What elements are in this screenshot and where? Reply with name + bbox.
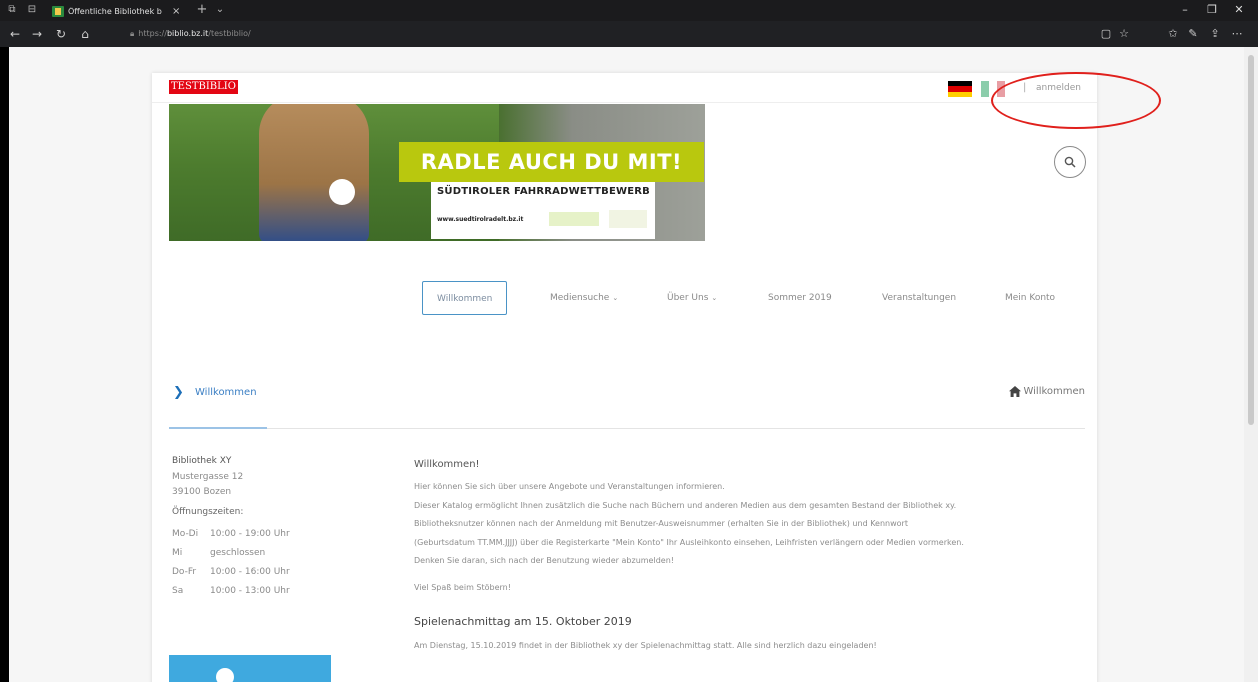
back-icon[interactable]: ←	[8, 27, 22, 41]
reading-view-icon[interactable]: ▢	[1099, 27, 1113, 41]
tab-list-chevron-icon[interactable]: ⌄	[214, 4, 226, 16]
promo-banner[interactable]: RADLE AUCH DU MIT! SÜDTIROLER FAHRRADWET…	[169, 104, 705, 241]
welcome-line: Hier können Sie sich über unsere Angebot…	[414, 482, 725, 491]
search-button[interactable]	[1054, 146, 1086, 178]
share-icon[interactable]: ⇪	[1208, 27, 1222, 41]
menu-item-mein-konto[interactable]: Mein Konto	[1005, 281, 1055, 315]
favorite-star-icon[interactable]: ☆	[1117, 27, 1131, 41]
home-icon[interactable]: ⌂	[78, 27, 92, 41]
section-divider-accent	[169, 427, 267, 429]
hours-row: Sa 10:00 - 13:00 Uhr	[172, 586, 372, 596]
map-pin-icon	[216, 668, 234, 682]
welcome-line: Dieser Katalog ermöglicht Ihnen zusätzli…	[414, 500, 957, 510]
section-divider	[169, 428, 1085, 429]
url-field[interactable]: 🔒︎ https://biblio.bz.it/testbiblio/	[130, 27, 830, 41]
url-scheme: https://	[138, 29, 167, 38]
search-icon	[1064, 156, 1076, 168]
menu-label: Mein Konto	[1005, 293, 1056, 303]
welcome-title: Willkommen!	[414, 459, 480, 470]
annotation-ellipse	[991, 72, 1161, 129]
welcome-line: Denken Sie daran, sich nach der Benutzun…	[414, 556, 674, 565]
breadcrumb-home-label: Willkommen	[1023, 386, 1085, 397]
url-path: /testbiblio/	[208, 29, 251, 38]
menu-item-mediensuche[interactable]: Mediensuche ⌄	[550, 281, 618, 315]
hours-day: Mo-Di	[172, 529, 199, 539]
maximize-icon[interactable]: ❐	[1205, 3, 1219, 16]
menu-item-willkommen[interactable]: Willkommen	[422, 281, 508, 315]
banner-subline: SÜDTIROLER FAHRRADWETTBEWERB	[437, 186, 650, 197]
forward-icon[interactable]: →	[30, 27, 44, 41]
tab-preview-icon[interactable]: ⊟	[26, 4, 38, 16]
page-scrollbar[interactable]	[1244, 47, 1258, 682]
close-window-icon[interactable]: ✕	[1232, 3, 1246, 16]
tab-title: Öffentliche Bibliothek b	[68, 7, 162, 16]
hours-row: Mo-Di 10:00 - 19:00 Uhr	[172, 529, 372, 539]
chevron-right-icon: ❯	[173, 385, 184, 400]
hours-day: Sa	[172, 586, 184, 596]
sponsor-logo	[549, 212, 599, 226]
library-name: Bibliothek XY	[172, 456, 232, 466]
library-city: 39100 Bozen	[172, 487, 232, 497]
site-logo[interactable]: TESTBIBLIO	[169, 80, 238, 94]
chevron-down-icon: ⌄	[711, 294, 718, 302]
breadcrumb: ❯ Willkommen Willkommen	[169, 383, 1085, 403]
hours-time: 10:00 - 19:00 Uhr	[210, 529, 290, 539]
favorites-hub-icon[interactable]: ✩	[1166, 27, 1180, 41]
hours-row: Mi geschlossen	[172, 548, 372, 558]
banner-headline: RADLE AUCH DU MIT!	[399, 142, 704, 182]
hours-time: geschlossen	[210, 548, 266, 558]
main-content: Willkommen! Hier können Sie sich über un…	[414, 456, 1094, 656]
event-title: Spielenachmittag am 15. Oktober 2019	[414, 615, 632, 628]
menu-label: Willkommen	[437, 294, 493, 304]
close-tab-icon[interactable]: ×	[172, 6, 180, 17]
refresh-icon[interactable]: ↻	[54, 27, 68, 41]
scrollbar-thumb[interactable]	[1248, 55, 1254, 425]
page-viewport: TESTBIBLIO | anmelden RADLE AUCH DU MIT!…	[9, 47, 1249, 682]
menu-label: Veranstaltungen	[882, 293, 957, 303]
breadcrumb-current: Willkommen	[195, 387, 257, 398]
banner-card: SÜDTIROLER FAHRRADWETTBEWERB www.suedtir…	[431, 182, 655, 239]
lock-icon: 🔒︎	[130, 29, 135, 38]
more-icon[interactable]: ⋯	[1230, 27, 1244, 41]
new-tab-icon[interactable]: +	[196, 3, 208, 16]
menu-item-ueber-uns[interactable]: Über Uns ⌄	[667, 281, 717, 315]
library-page: TESTBIBLIO | anmelden RADLE AUCH DU MIT!…	[152, 73, 1097, 682]
welcome-closing: Viel Spaß beim Stöbern!	[414, 582, 511, 592]
hours-time: 10:00 - 13:00 Uhr	[210, 586, 290, 596]
chevron-down-icon: ⌄	[612, 294, 619, 302]
browser-address-bar: ← → ↻ ⌂ 🔒︎ https://biblio.bz.it/testbibl…	[0, 21, 1258, 47]
hours-time: 10:00 - 16:00 Uhr	[210, 567, 290, 577]
home-icon	[1009, 386, 1022, 397]
menu-item-veranstaltungen[interactable]: Veranstaltungen	[882, 281, 956, 315]
event-text: Am Dienstag, 15.10.2019 findet in der Bi…	[414, 641, 877, 650]
map-widget[interactable]	[169, 655, 331, 682]
menu-label: Über Uns	[667, 293, 709, 303]
german-flag-icon[interactable]	[948, 81, 972, 97]
hours-day: Mi	[172, 548, 183, 558]
welcome-line: (Geburtsdatum TT.MM.JJJJ) über die Regis…	[414, 537, 964, 547]
banner-reflector	[329, 179, 355, 205]
breadcrumb-home-link[interactable]: Willkommen	[1009, 386, 1085, 397]
browser-tab-bar: ⧉ ⊟ Öffentliche Bibliothek b × + ⌄ – ❐ ✕	[0, 0, 1258, 21]
top-strip: TESTBIBLIO | anmelden	[152, 73, 1097, 103]
hours-row: Do-Fr 10:00 - 16:00 Uhr	[172, 567, 372, 577]
pen-notes-icon[interactable]: ✎	[1186, 27, 1200, 41]
minimize-icon[interactable]: –	[1178, 3, 1192, 16]
library-street: Mustergasse 12	[172, 472, 244, 482]
partner-logo	[609, 210, 647, 228]
url-host: biblio.bz.it	[166, 29, 209, 38]
banner-cyclist	[259, 104, 369, 241]
welcome-line: Bibliotheksnutzer können nach der Anmeld…	[414, 519, 908, 528]
site-favicon-icon	[52, 6, 64, 17]
menu-item-sommer-2019[interactable]: Sommer 2019	[768, 281, 832, 315]
library-info-sidebar: Bibliothek XY Mustergasse 12 39100 Bozen…	[169, 456, 372, 682]
banner-website: www.suedtirolradelt.bz.it	[437, 216, 524, 223]
opening-hours-title: Öffnungszeiten:	[172, 507, 244, 517]
tab-actions-icon[interactable]: ⧉	[6, 4, 18, 16]
menu-label: Sommer 2019	[768, 293, 832, 303]
browser-tab[interactable]: Öffentliche Bibliothek b ×	[48, 2, 194, 21]
hours-day: Do-Fr	[172, 567, 197, 577]
menu-label: Mediensuche	[550, 293, 610, 303]
